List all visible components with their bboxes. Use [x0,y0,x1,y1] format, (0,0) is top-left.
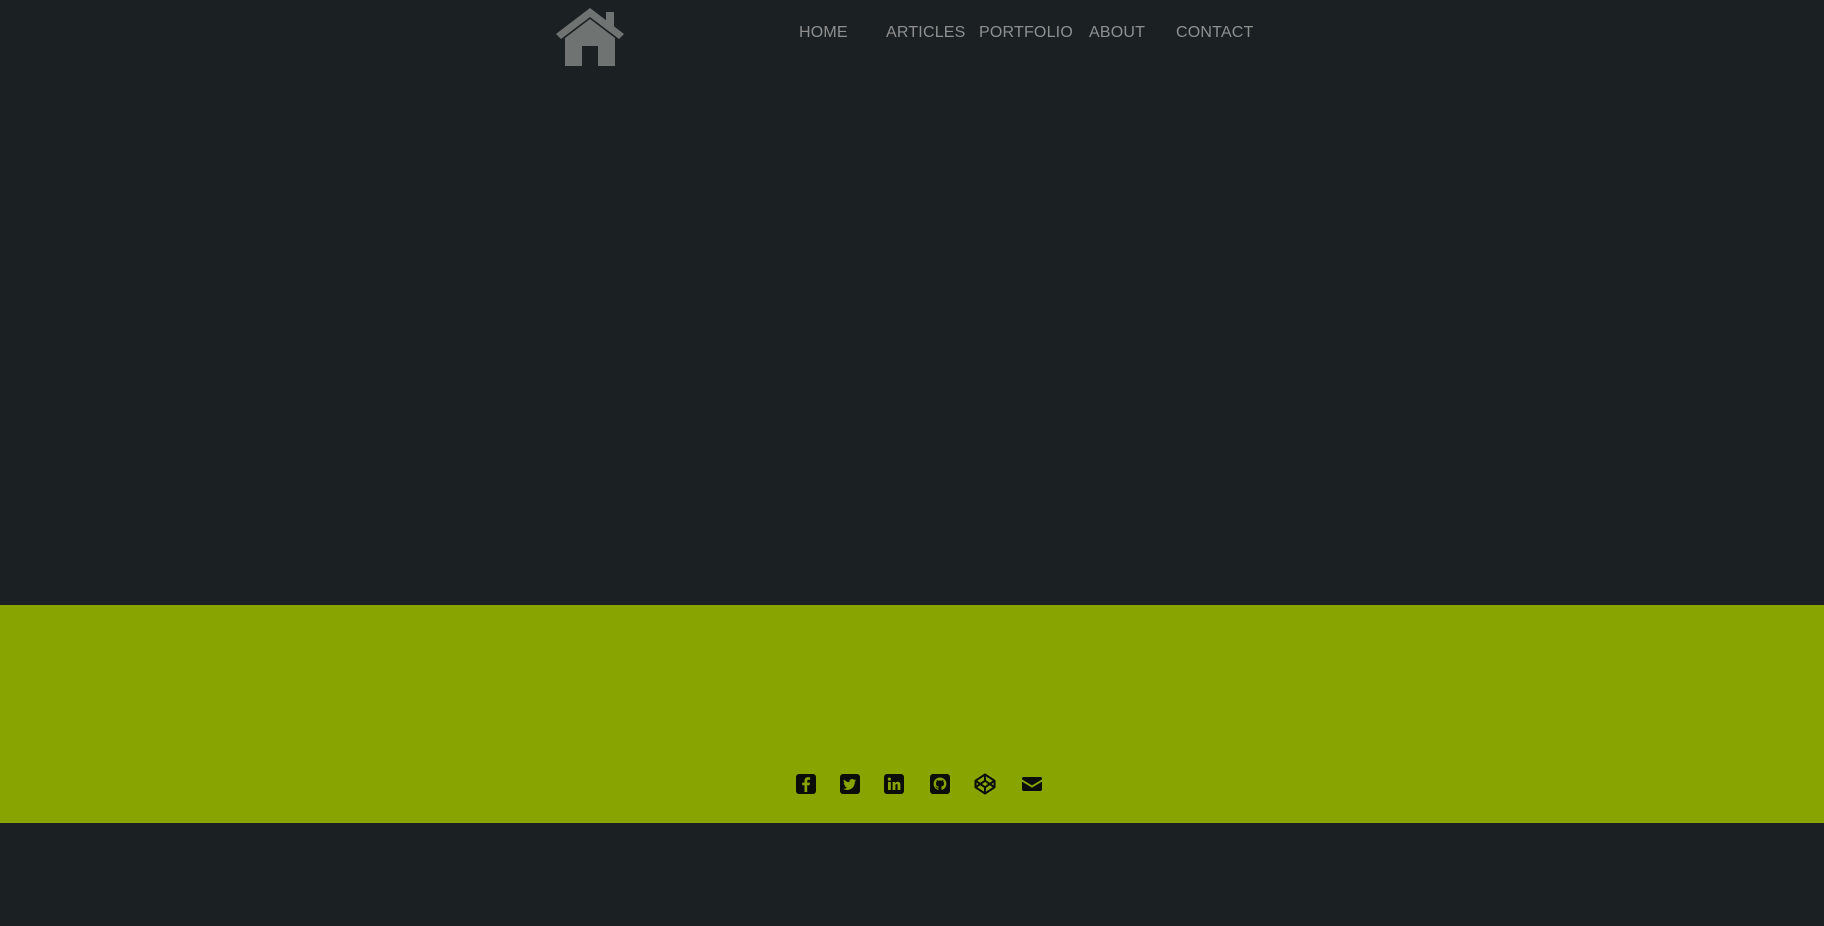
bottom-strip [0,823,1824,926]
nav-about-link[interactable]: ABOUT [1089,24,1145,42]
email-link[interactable] [1020,772,1044,796]
codepen-link[interactable] [973,772,997,796]
github-link[interactable] [928,772,952,796]
twitter-square-icon [840,774,860,794]
nav-home-link[interactable]: HOME [799,24,848,42]
home-logo-link[interactable] [552,4,628,68]
nav-articles-link[interactable]: ARTICLES [886,24,966,42]
facebook-square-icon [796,774,816,794]
codepen-icon [974,773,996,795]
page: HOME ARTICLES PORTFOLIO ABOUT CONTACT [0,0,1824,926]
nav-contact-link[interactable]: CONTACT [1176,24,1254,42]
linkedin-square-icon [884,774,904,794]
github-square-icon [930,774,950,794]
hero-section [0,70,1824,605]
linkedin-link[interactable] [882,772,906,796]
social-links [0,772,1824,796]
site-header: HOME ARTICLES PORTFOLIO ABOUT CONTACT [0,0,1824,70]
nav-portfolio-link[interactable]: PORTFOLIO [979,24,1073,42]
house-icon [556,8,624,66]
twitter-link[interactable] [838,772,862,796]
envelope-icon [1022,777,1042,791]
facebook-link[interactable] [794,772,818,796]
